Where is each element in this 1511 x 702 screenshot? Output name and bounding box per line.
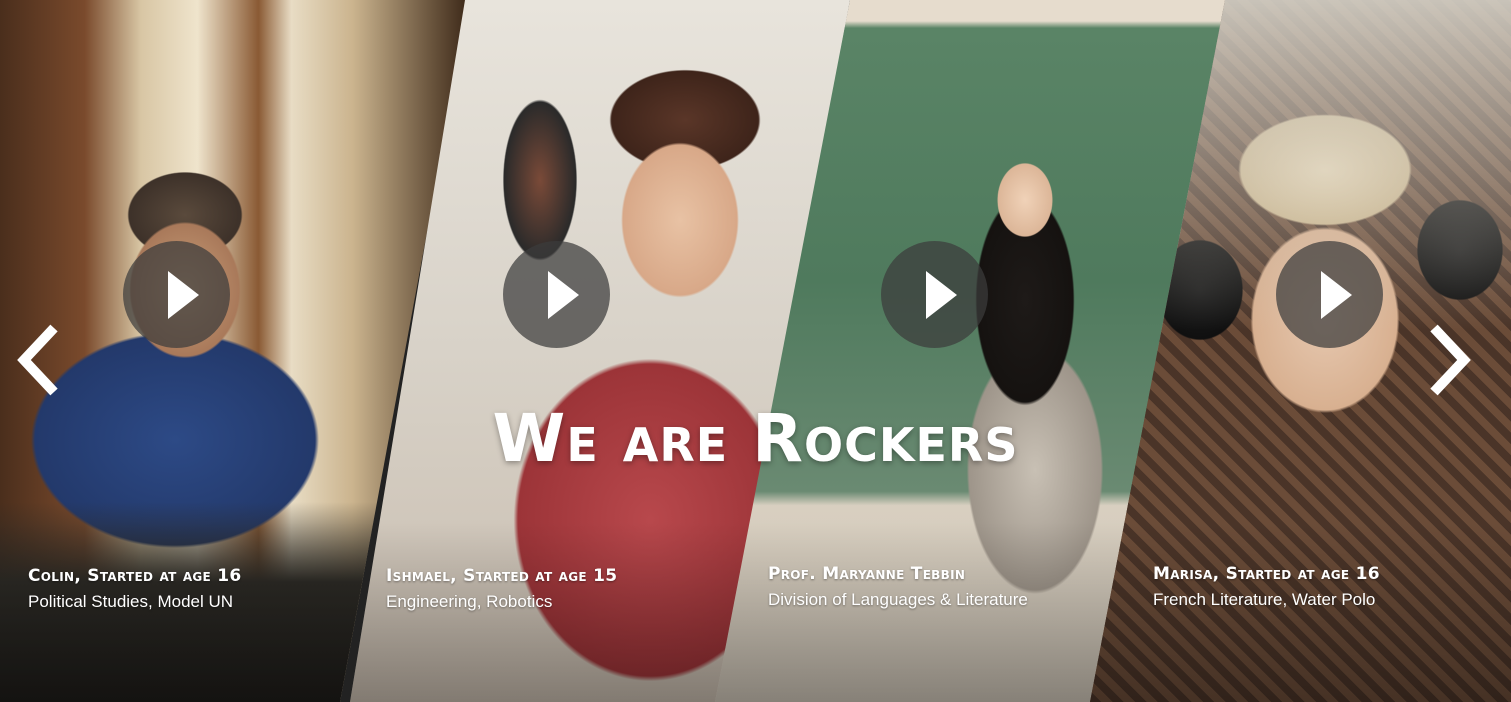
carousel-headline: We are Rockers (492, 400, 1019, 477)
play-video-button[interactable] (1276, 241, 1383, 348)
slide-caption: Marisa, Started at age 16 French Literat… (1153, 564, 1380, 610)
play-icon (926, 271, 957, 319)
chevron-right-icon (1430, 324, 1471, 396)
slide-person-detail: Political Studies, Model UN (28, 592, 234, 611)
slide-person-detail: Engineering, Robotics (386, 592, 553, 611)
chevron-left-icon (17, 324, 58, 396)
slide-person-detail: French Literature, Water Polo (1153, 590, 1376, 609)
play-icon (548, 271, 579, 319)
slide-caption: Colin, Started at age 16 Political Studi… (28, 566, 242, 612)
play-video-button[interactable] (123, 241, 230, 348)
carousel-next-button[interactable] (1424, 322, 1474, 398)
slide-person-name: Marisa, Started at age 16 (1153, 564, 1380, 584)
slide-person-name: Colin, Started at age 16 (28, 566, 242, 586)
slide-caption: Ishmael, Started at age 15 Engineering, … (386, 566, 617, 612)
carousel-prev-button[interactable] (14, 322, 64, 398)
profile-carousel: We are Rockers Colin, Started at age 16 … (0, 0, 1511, 702)
play-icon (168, 271, 199, 319)
play-video-button[interactable] (881, 241, 988, 348)
slide-person-detail: Division of Languages & Literature (768, 590, 1028, 609)
play-video-button[interactable] (503, 241, 610, 348)
slide-person-name: Ishmael, Started at age 15 (386, 566, 618, 586)
slide-person-name: Prof. Maryanne Tebbin (768, 564, 966, 584)
slide-caption: Prof. Maryanne Tebbin Division of Langua… (768, 564, 1028, 610)
play-icon (1321, 271, 1352, 319)
